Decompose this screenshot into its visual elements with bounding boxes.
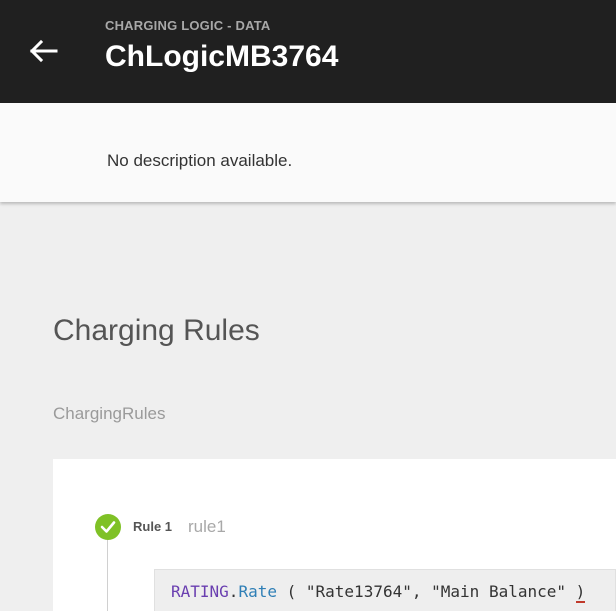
- description-text: No description available.: [107, 151, 293, 170]
- check-circle-icon: [95, 514, 121, 540]
- app-header: CHARGING LOGIC - DATA ChLogicMB3764: [0, 0, 616, 103]
- page: CHARGING LOGIC - DATA ChLogicMB3764 No d…: [0, 0, 616, 611]
- rule-label: Rule 1: [133, 519, 173, 534]
- description-panel: No description available.: [0, 103, 616, 202]
- code-close-paren: ): [575, 582, 586, 603]
- rule-connector-line: [107, 539, 108, 611]
- page-title: ChLogicMB3764: [105, 40, 339, 73]
- code-open-paren: (: [286, 582, 297, 601]
- code-arg-rate: "Rate13764": [305, 582, 412, 601]
- section-subtitle: ChargingRules: [53, 404, 166, 423]
- rule-code-editor[interactable]: RATING.Rate ( "Rate13764", "Main Balance…: [154, 569, 616, 611]
- code-dot: .: [228, 582, 239, 601]
- rule-name: rule1: [188, 517, 226, 536]
- code-namespace: RATING: [171, 582, 229, 601]
- code-arg-balance: "Main Balance": [431, 582, 566, 601]
- page-eyebrow: CHARGING LOGIC - DATA: [105, 18, 271, 33]
- arrow-left-icon: [29, 39, 58, 63]
- rule-card: Rule 1 rule1 RATING.Rate ( "Rate13764", …: [53, 459, 616, 611]
- section-title: Charging Rules: [53, 314, 260, 347]
- back-button[interactable]: [26, 34, 60, 68]
- code-function: Rate: [238, 582, 277, 601]
- code-comma: ,: [411, 582, 422, 601]
- rule-code: RATING.Rate ( "Rate13764", "Main Balance…: [171, 582, 586, 603]
